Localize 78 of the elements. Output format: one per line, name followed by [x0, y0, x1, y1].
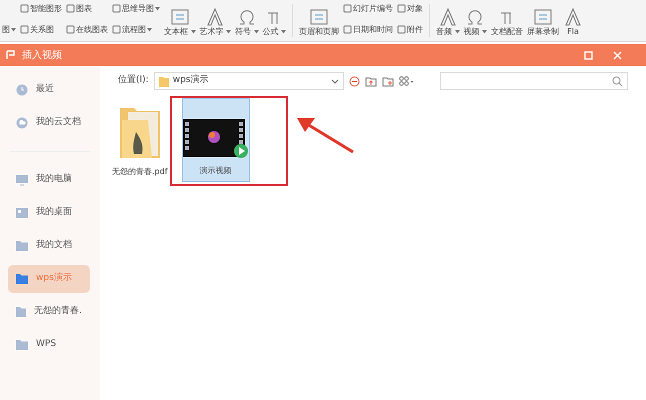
ribbon-button[interactable]: 在线图表	[66, 22, 108, 37]
folder-icon	[16, 273, 28, 285]
folder-icon	[158, 76, 169, 86]
tool-icon	[533, 8, 553, 26]
ribbon-button[interactable]: 智能图形	[20, 1, 62, 16]
location-dropdown[interactable]: wps演示	[154, 72, 344, 90]
folder-icon	[16, 339, 28, 351]
ribbon-button[interactable]: 思维导图	[112, 1, 160, 16]
ribbon-button[interactable]: 幻灯片编号	[343, 1, 393, 16]
caret-icon	[254, 30, 258, 34]
sidebar-item[interactable]: 最近	[8, 76, 90, 104]
ribbon-button[interactable]: 图	[2, 22, 16, 37]
ribbon-button[interactable]: 艺术字	[200, 0, 231, 41]
tool-icon	[309, 8, 329, 26]
ribbon-button[interactable]: Fla	[563, 0, 583, 41]
folder-up-icon[interactable]	[364, 76, 377, 86]
sidebar-item[interactable]: 我的桌面	[8, 199, 90, 227]
ribbon-button[interactable]: 文本框	[164, 0, 196, 41]
tool-icon	[343, 4, 352, 13]
tool-icon	[170, 8, 190, 26]
tool-icon	[397, 25, 406, 34]
location-label: 位置(I):	[118, 74, 149, 88]
tool-icon	[66, 4, 75, 13]
folder-icon	[16, 240, 28, 252]
caret-icon	[454, 30, 460, 34]
sidebar-item[interactable]: 我的电脑	[8, 166, 90, 194]
tool-icon	[397, 4, 406, 13]
chevron-icon	[330, 78, 339, 84]
caret-icon	[11, 28, 16, 32]
tool-icon	[563, 8, 583, 26]
caret-icon	[155, 6, 160, 10]
ribbon-button[interactable]: 文档配音	[491, 0, 523, 41]
app-logo-icon	[6, 50, 16, 60]
file-item[interactable]: 无怨的青春.pdf	[112, 98, 168, 182]
video-thumbnail-icon	[182, 117, 249, 159]
tool-icon	[20, 4, 29, 13]
close-icon[interactable]	[613, 50, 622, 60]
caret-icon	[281, 30, 286, 34]
search-field[interactable]	[440, 72, 628, 90]
new-folder-icon[interactable]	[382, 76, 394, 86]
search-icon	[612, 76, 623, 86]
ribbon-button[interactable]: 屏幕录制	[527, 0, 559, 41]
desktop-icon	[16, 207, 28, 219]
ribbon-button[interactable]: 关系图	[20, 22, 62, 37]
monitor-icon	[16, 174, 28, 186]
clock-icon	[16, 84, 28, 96]
sidebar-item[interactable]: WPS	[8, 331, 90, 359]
ribbon-button[interactable]: 符号	[235, 0, 258, 41]
tool-icon	[205, 8, 226, 26]
ribbon-button[interactable]: 公式	[262, 0, 286, 41]
ribbon-button[interactable]: 视频	[464, 0, 487, 41]
tool-icon	[112, 25, 121, 34]
ribbon-button[interactable]: 流程图	[112, 22, 160, 37]
file-item[interactable]: 演示视频	[182, 98, 250, 182]
cloud-icon	[16, 117, 28, 129]
sidebar-item[interactable]: 我的文档	[8, 232, 90, 260]
ribbon-button[interactable]: 对象	[397, 1, 423, 16]
caret-icon	[147, 28, 152, 32]
caret-icon	[482, 30, 487, 34]
caret-icon	[190, 30, 196, 34]
ribbon-button[interactable]: 图表	[66, 1, 108, 16]
caret-icon	[226, 30, 231, 34]
ribbon-button[interactable]: 附件	[397, 22, 423, 37]
folder-icon	[16, 306, 26, 318]
back-icon[interactable]	[348, 76, 360, 86]
view-grid-icon[interactable]	[398, 76, 415, 86]
tool-icon	[438, 8, 458, 26]
tool-icon	[112, 4, 121, 13]
tool-icon	[343, 25, 352, 34]
ribbon-button[interactable]: 页眉和页脚	[299, 0, 339, 41]
tool-icon	[20, 25, 29, 34]
dialog-title: 插入视频	[22, 48, 62, 62]
ribbon-button[interactable]: 日期和时间	[343, 22, 393, 37]
sidebar-item[interactable]: 无怨的青春.	[8, 298, 90, 326]
ribbon-button[interactable]: 音频	[436, 0, 460, 41]
sidebar-item[interactable]: 我的云文档	[8, 109, 90, 137]
tool-icon	[66, 25, 75, 34]
maximize-icon[interactable]	[584, 50, 593, 60]
